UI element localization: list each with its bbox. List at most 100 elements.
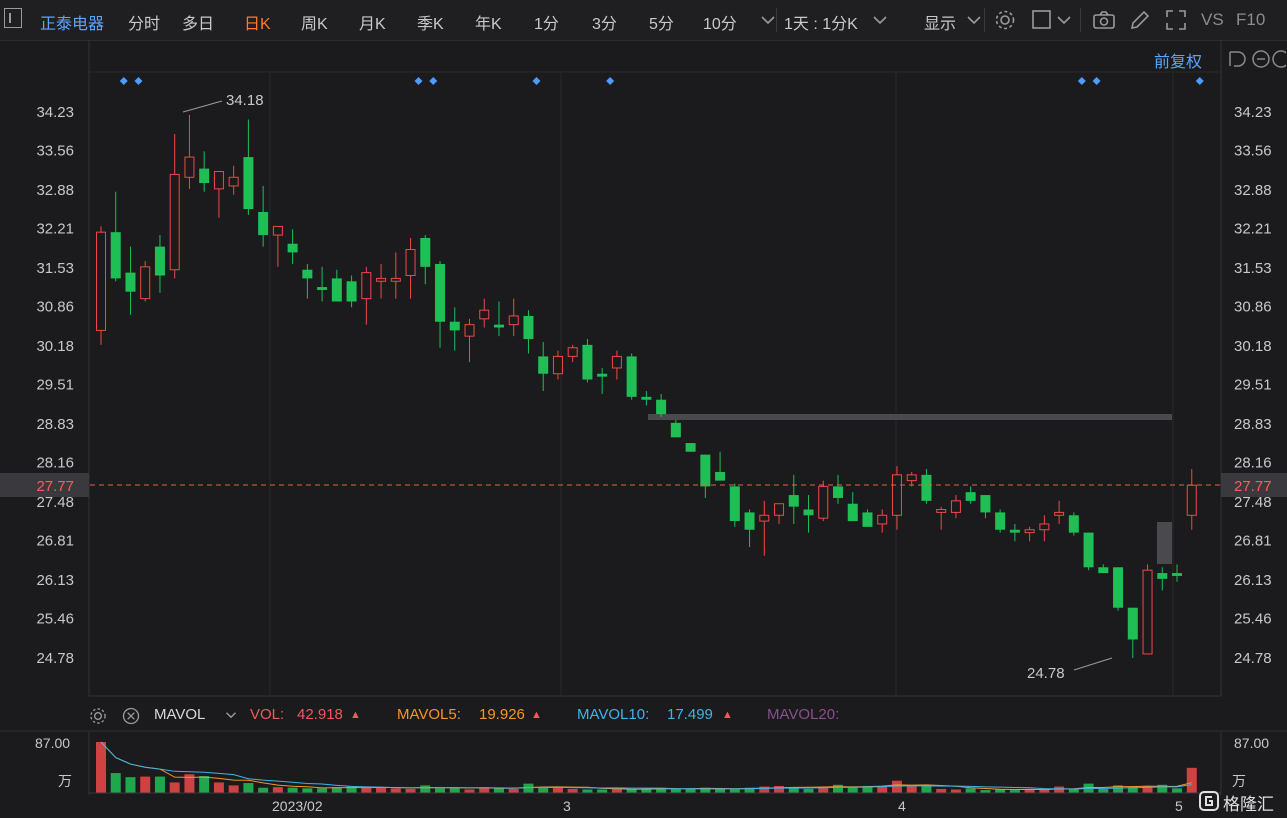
volume-bar	[140, 776, 151, 793]
event-marker[interactable]	[119, 77, 128, 85]
candle-body-down	[199, 168, 210, 184]
candle-body-down	[597, 373, 608, 377]
chevron-down-icon[interactable]	[222, 706, 240, 724]
y-tick-label-right: 32.21	[1234, 221, 1272, 238]
volume-bar	[213, 782, 224, 793]
volume-bar	[361, 787, 372, 793]
candle-body-down	[435, 263, 446, 322]
volume-bar	[788, 787, 799, 793]
zoom-in-icon[interactable]	[1272, 50, 1286, 68]
volume-bar	[847, 787, 858, 793]
candle-body-down	[346, 281, 357, 302]
y-tick-label-right: 33.56	[1234, 143, 1272, 160]
candle-body-down	[1172, 573, 1183, 576]
volume-bar	[980, 790, 991, 793]
undo-icon[interactable]	[1229, 51, 1246, 67]
y-tick-label-left: 24.78	[36, 650, 74, 667]
volume-bar	[656, 788, 667, 793]
y-tick-label-left: 31.53	[36, 260, 74, 277]
x-label-may: 5	[1175, 798, 1183, 814]
candle-body-up	[611, 355, 622, 369]
vol-ymax-left: 87.00	[35, 735, 70, 751]
candle-body-down	[1083, 532, 1094, 568]
price-chart: 34.23 34.23 33.56 33.56 32.88 32.88 32.21 32.21…	[0, 40, 1287, 697]
event-marker[interactable]	[1092, 77, 1101, 85]
volume-bar	[1113, 785, 1124, 793]
candle-body-down	[1113, 567, 1124, 608]
volume-bar	[287, 787, 298, 793]
mavol10-value: 17.499	[667, 706, 713, 723]
volume-bar	[125, 777, 136, 793]
price-grid	[88, 40, 1222, 697]
event-marker[interactable]	[414, 77, 423, 85]
volume-bar	[1157, 784, 1168, 793]
y-tick-label-left: 32.88	[36, 182, 74, 199]
volume-bar	[110, 773, 121, 793]
candle-body-up	[1024, 529, 1035, 534]
candle-body-up	[950, 500, 961, 513]
y-tick-label-right: 31.53	[1234, 260, 1272, 277]
event-marker[interactable]	[1195, 77, 1204, 85]
candle-body-down	[302, 269, 313, 279]
candle-body-down	[833, 486, 843, 498]
volume-bar	[1009, 790, 1020, 793]
candle-body-down	[1009, 529, 1020, 533]
candle-body-down	[1127, 607, 1138, 640]
volume-bar	[1142, 785, 1153, 793]
panel-controls	[1229, 50, 1286, 68]
event-marker[interactable]	[134, 77, 143, 85]
volume-bar	[317, 788, 328, 793]
volume-bar	[390, 788, 401, 793]
event-marker[interactable]	[429, 77, 438, 85]
volume-bar	[921, 785, 932, 793]
volume-bar	[936, 788, 947, 793]
volume-bar	[420, 785, 431, 793]
volume-bar	[272, 787, 283, 793]
candle-body-down	[656, 399, 667, 415]
candle-body-down	[449, 321, 460, 331]
y-tick-label-left: 28.83	[36, 416, 74, 433]
adjust-price-button[interactable]: 前复权	[1154, 48, 1202, 72]
candle-body-down	[847, 503, 858, 522]
indicator-name[interactable]: MAVOL	[154, 706, 205, 723]
candle-body-down	[317, 287, 328, 290]
event-marker[interactable]	[1077, 77, 1086, 85]
up-arrow-icon: ▲	[531, 709, 542, 721]
y-tick-label-right: 30.18	[1234, 338, 1272, 355]
volume-bar	[184, 774, 195, 793]
candle-body-down	[670, 422, 681, 438]
candle-body-down	[287, 243, 298, 253]
volume-bar	[891, 780, 902, 793]
volume-bar	[1172, 788, 1183, 793]
volume-bar	[449, 787, 460, 793]
vol-label: VOL:	[250, 706, 285, 723]
y-tick-label-left: 34.23	[36, 104, 74, 121]
event-marker[interactable]	[606, 77, 615, 85]
candle-body-down	[641, 396, 652, 400]
candle-body-up	[376, 277, 387, 282]
settings-gear-icon[interactable]	[88, 706, 108, 726]
candle-body-up	[759, 514, 770, 522]
x-label-mar: 3	[563, 798, 571, 814]
candle-body-up	[936, 509, 947, 513]
y-tick-label-right: 25.46	[1234, 611, 1272, 628]
y-tick-label-left: 25.46	[36, 611, 74, 628]
event-marker[interactable]	[532, 77, 541, 85]
candle-body-down	[110, 232, 121, 279]
candle-body-up	[567, 347, 578, 357]
volume-bar	[464, 789, 475, 793]
vol-unit-right: 万	[1232, 774, 1246, 790]
close-icon[interactable]	[121, 706, 141, 726]
volume-bar	[685, 788, 696, 793]
candle-body-up	[390, 277, 401, 282]
candle-body-up	[96, 231, 106, 331]
candle-body-down	[729, 486, 740, 522]
volume-bars	[96, 741, 1197, 793]
volume-bar	[538, 787, 549, 793]
volume-bar	[1098, 788, 1109, 793]
volume-bar	[435, 788, 446, 793]
volume-bar	[700, 787, 711, 793]
y-tick-label-left: 29.51	[36, 377, 74, 394]
volume-bar	[508, 788, 519, 793]
vol-value: 42.918	[297, 706, 343, 723]
